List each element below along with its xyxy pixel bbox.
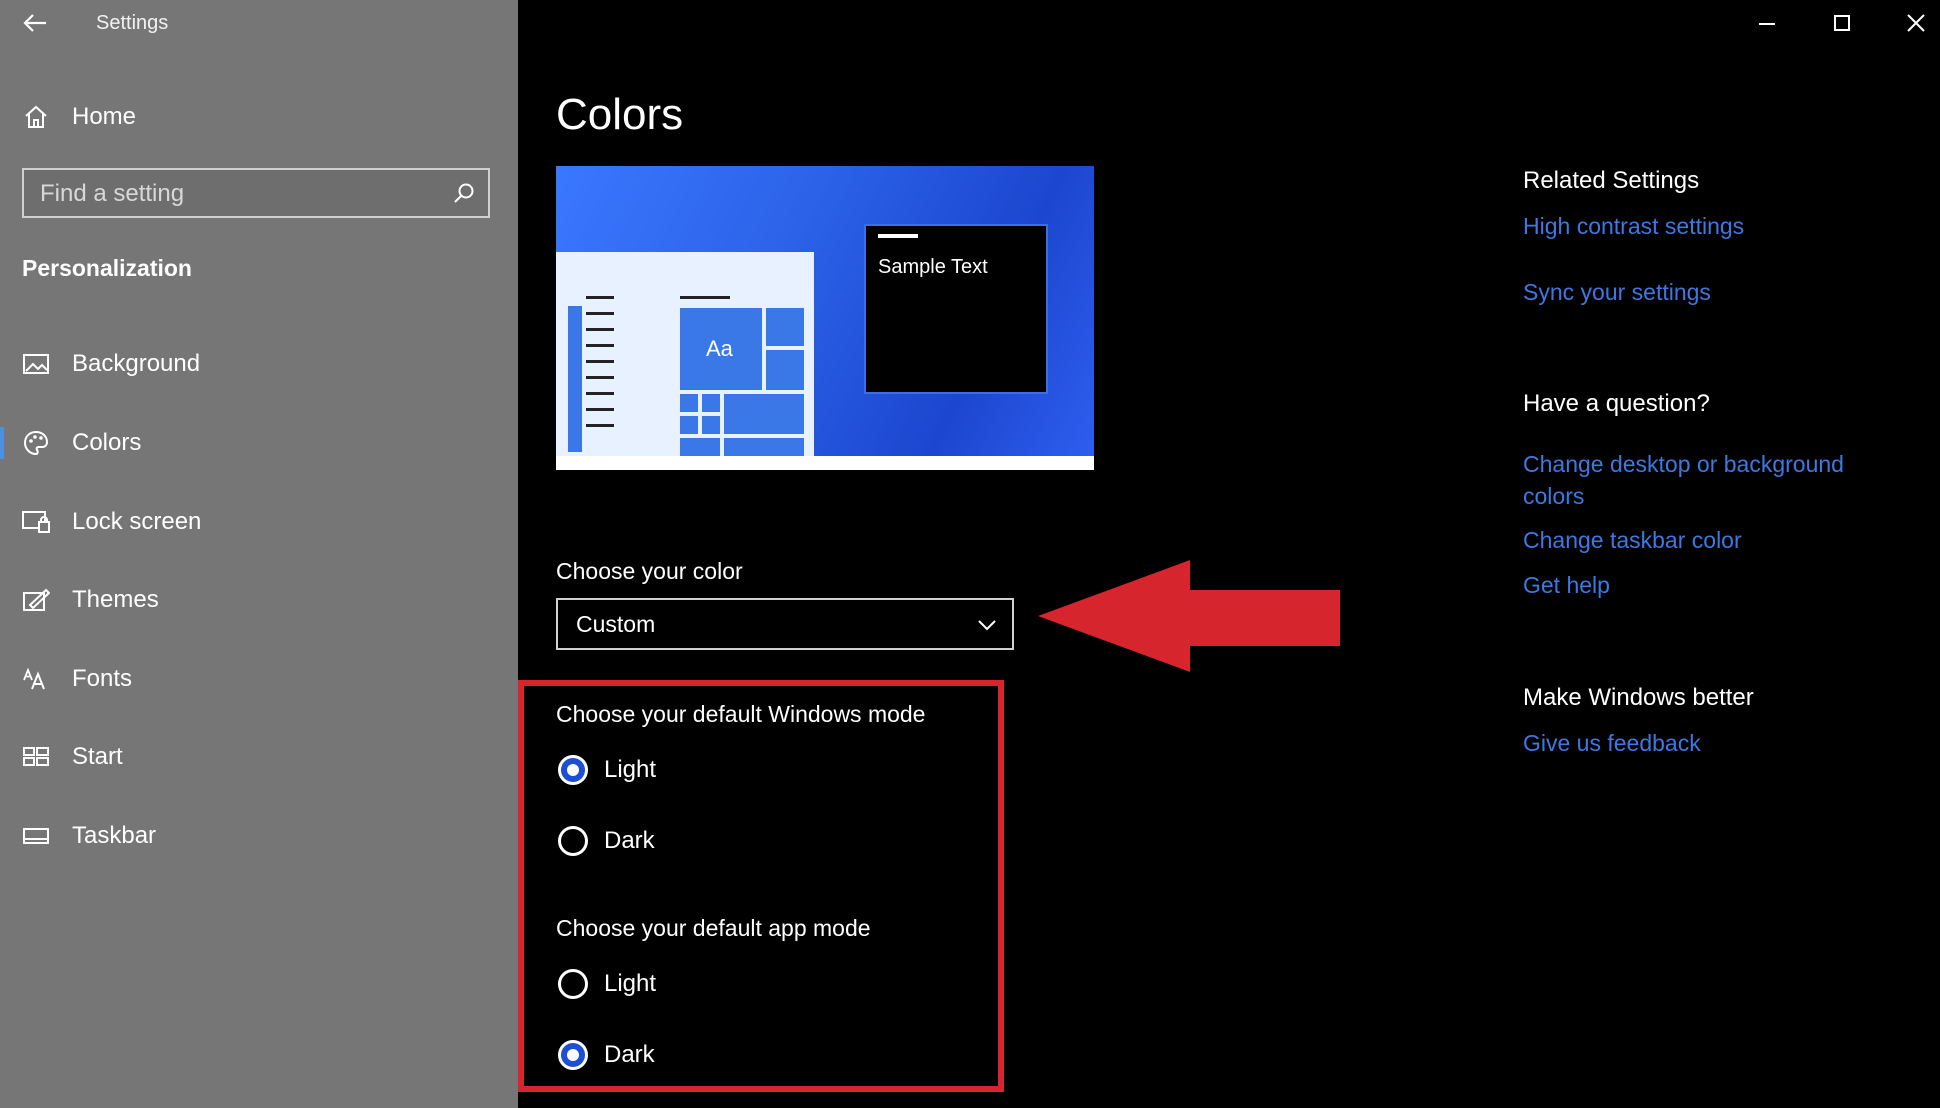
sidebar-item-label: Lock screen [72, 508, 202, 535]
radio-circle[interactable] [558, 755, 588, 785]
radio-label: Light [604, 756, 657, 783]
high-contrast-link[interactable]: High contrast settings [1523, 213, 1744, 240]
question-heading: Have a question? [1523, 390, 1710, 417]
chevron-down-icon [978, 620, 996, 631]
sidebar: Settings Home Personalization Background… [0, 0, 518, 1108]
change-background-colors-link[interactable]: Change desktop or background colors [1523, 448, 1903, 512]
preview-sample-text: Sample Text [878, 256, 988, 278]
preview-dark-window: Sample Text [864, 224, 1048, 394]
windows-mode-light-radio[interactable]: Light [558, 755, 656, 785]
sync-settings-link[interactable]: Sync your settings [1523, 279, 1711, 306]
change-taskbar-color-link[interactable]: Change taskbar color [1523, 527, 1742, 554]
app-mode-light-radio[interactable]: Light [558, 969, 656, 999]
radio-label: Dark [604, 1041, 655, 1068]
start-icon [20, 741, 52, 773]
sidebar-item-label: Background [72, 350, 201, 377]
themes-icon [20, 584, 52, 616]
radio-circle[interactable] [558, 826, 588, 856]
windows-mode-label: Choose your default Windows mode [556, 701, 926, 727]
sidebar-item-label: Home [72, 103, 137, 130]
sidebar-item-label: Colors [72, 429, 142, 456]
preview-tile-text: Aa [706, 336, 733, 361]
windows-mode-dark-radio[interactable]: Dark [558, 826, 655, 856]
search-input[interactable] [38, 170, 452, 218]
mode-highlight-box [518, 680, 1004, 1092]
home-icon [20, 101, 52, 133]
choose-color-label: Choose your color [556, 558, 743, 584]
give-feedback-link[interactable]: Give us feedback [1523, 730, 1701, 757]
sidebar-item-label: Start [72, 743, 123, 770]
search-box[interactable] [22, 168, 490, 218]
get-help-link[interactable]: Get help [1523, 572, 1610, 599]
sidebar-item-lock-screen[interactable]: Lock screen [0, 490, 518, 554]
related-settings-heading: Related Settings [1523, 167, 1700, 194]
red-arrow-annotation [1038, 560, 1340, 672]
minimize-icon[interactable] [1750, 6, 1784, 40]
window-title: Settings [96, 12, 169, 34]
radio-circle[interactable] [558, 1040, 588, 1070]
sidebar-item-fonts[interactable]: Fonts [0, 647, 518, 711]
sidebar-item-start[interactable]: Start [0, 725, 518, 789]
close-icon[interactable] [1899, 6, 1933, 40]
sidebar-item-label: Fonts [72, 665, 133, 692]
sidebar-item-label: Taskbar [72, 822, 157, 849]
sidebar-item-taskbar[interactable]: Taskbar [0, 804, 518, 868]
sidebar-item-background[interactable]: Background [0, 332, 518, 396]
color-select-value: Custom [576, 611, 656, 637]
sidebar-item-home[interactable]: Home [0, 85, 518, 149]
image-icon [20, 348, 52, 380]
radio-circle[interactable] [558, 969, 588, 999]
taskbar-icon [20, 820, 52, 852]
page-title: Colors [556, 90, 684, 139]
lock-screen-icon [20, 506, 52, 538]
sidebar-item-colors[interactable]: Colors [0, 411, 518, 475]
back-arrow-icon[interactable] [20, 8, 50, 38]
app-mode-dark-radio[interactable]: Dark [558, 1040, 655, 1070]
color-select-dropdown[interactable]: Custom [556, 598, 1014, 650]
app-mode-label: Choose your default app mode [556, 915, 871, 941]
fonts-icon [20, 663, 52, 695]
make-windows-better-heading: Make Windows better [1523, 684, 1754, 711]
color-preview: Aa Sample Text [556, 166, 1094, 470]
preview-light-window: Aa [556, 252, 814, 470]
search-icon[interactable] [452, 181, 476, 205]
sidebar-item-themes[interactable]: Themes [0, 568, 518, 632]
palette-icon [20, 427, 52, 459]
sidebar-item-label: Themes [72, 586, 159, 613]
maximize-icon[interactable] [1825, 6, 1859, 40]
section-title: Personalization [22, 255, 192, 281]
radio-label: Dark [604, 827, 655, 854]
radio-label: Light [604, 970, 657, 997]
